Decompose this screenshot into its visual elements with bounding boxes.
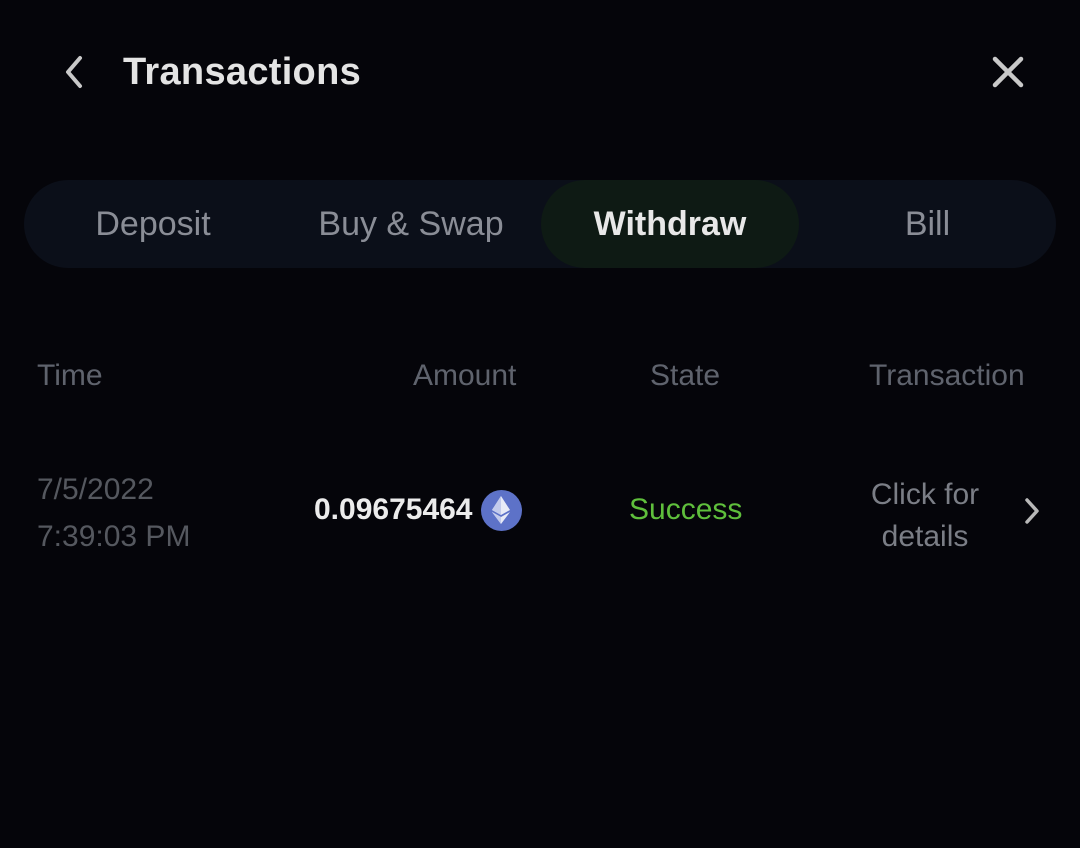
tab-withdraw[interactable]: Withdraw (541, 180, 799, 268)
close-button[interactable] (984, 48, 1032, 96)
chevron-right-icon[interactable] (1018, 494, 1046, 528)
chevron-left-icon (66, 56, 82, 88)
status-badge: Success (629, 493, 743, 526)
amount-value: 0.09675464 (314, 493, 473, 526)
tab-deposit[interactable]: Deposit (24, 180, 282, 268)
tab-bill[interactable]: Bill (799, 180, 1056, 268)
tab-buy-swap[interactable]: Buy & Swap (282, 180, 540, 268)
transaction-amount: 0.09675464 (314, 488, 522, 532)
transaction-type-tabs: Deposit Buy & Swap Withdraw Bill (24, 180, 1056, 268)
page-title: Transactions (123, 51, 362, 93)
header: Transactions (0, 0, 1080, 145)
back-button[interactable] (52, 50, 96, 94)
transaction-date: 7/5/2022 (37, 473, 154, 506)
column-header-transaction: Transaction (869, 359, 1025, 392)
details-link-line1: Click for (870, 478, 980, 511)
table-row[interactable]: 7/5/2022 7:39:03 PM 0.09675464 Success C… (0, 460, 1080, 560)
details-link[interactable]: Click for details (850, 474, 1000, 558)
column-header-amount: Amount (413, 359, 517, 392)
column-header-time: Time (37, 359, 103, 392)
details-link-line2: details (881, 520, 969, 553)
transaction-datetime: 7/5/2022 7:39:03 PM (37, 466, 190, 560)
close-icon (992, 56, 1024, 88)
transaction-time: 7:39:03 PM (37, 520, 191, 553)
column-header-state: State (650, 359, 721, 392)
ethereum-icon (480, 489, 522, 531)
